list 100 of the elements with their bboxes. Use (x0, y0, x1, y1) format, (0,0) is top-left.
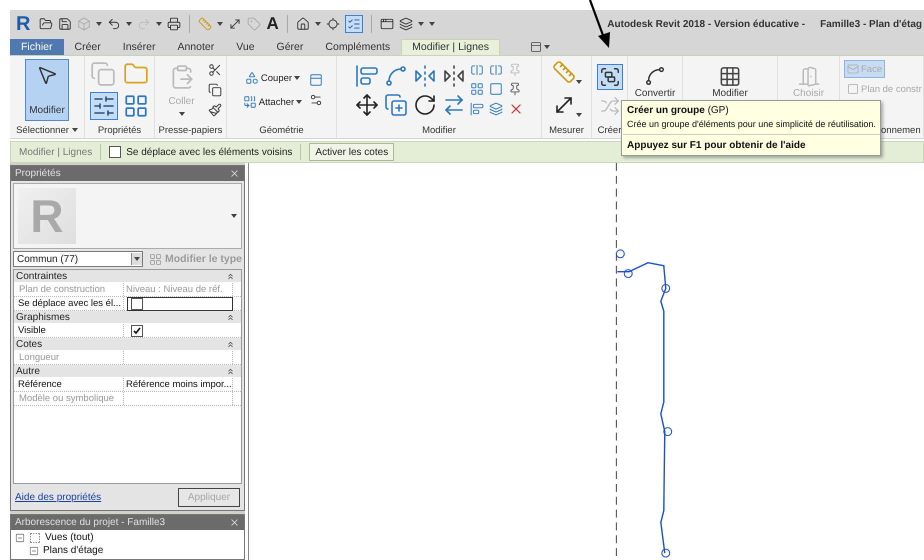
property-value[interactable]: Référence moins impor... (124, 378, 233, 391)
group-icon[interactable] (598, 66, 620, 88)
open-folder-icon[interactable] (39, 17, 54, 31)
print-icon[interactable] (167, 17, 182, 31)
switch-windows-icon[interactable] (398, 17, 413, 31)
geometry-button[interactable]: Attacher (240, 93, 306, 111)
tree-item[interactable]: Vues (tout) (45, 532, 94, 544)
ribbon-tab[interactable]: Compléments (314, 39, 402, 55)
caret-icon[interactable] (231, 214, 237, 218)
collapse-icon[interactable] (29, 546, 39, 556)
group-header[interactable]: Cotes (16, 338, 42, 350)
ribbon-tab[interactable]: Insérer (112, 39, 166, 55)
pin-icon[interactable] (508, 82, 522, 96)
app-logo[interactable]: R (16, 12, 30, 36)
checkbox-label: Se déplace avec les éléments voisins (126, 146, 292, 158)
ribbon-tab[interactable]: Modifier | Lignes (401, 39, 500, 55)
door-icon (796, 65, 820, 88)
property-name: Référence (14, 378, 124, 391)
mirror-icon[interactable] (442, 64, 466, 88)
panel-label: Presse-papiers (158, 124, 222, 136)
panel-label: Propriétés (98, 124, 142, 136)
close-icon[interactable] (229, 517, 240, 528)
caret-icon[interactable] (217, 22, 224, 26)
collapse-icon[interactable] (15, 532, 25, 542)
collapse-icon[interactable] (226, 366, 235, 376)
tooltip-description: Crée un groupe d'éléments pour une simplicité de réutilisation. (627, 119, 876, 129)
tooltip-title: Créer un groupe (GP) (627, 105, 730, 116)
properties-icon[interactable] (92, 94, 116, 118)
caret-icon[interactable] (126, 22, 132, 26)
diagonal-dimension-icon[interactable] (228, 17, 242, 31)
sketch-line-drawing[interactable] (616, 249, 672, 558)
checkbox[interactable] (131, 298, 143, 310)
window-title: Autodesk Revit 2018 - Version éducative - (607, 18, 806, 30)
paintbrush-icon[interactable] (208, 103, 222, 117)
rotate-icon[interactable] (412, 92, 436, 116)
type-selector[interactable]: Commun (77) (13, 251, 143, 267)
property-name: Longueur (14, 351, 124, 364)
modify-button[interactable]: Modifier (25, 59, 69, 121)
mirror-icon[interactable] (412, 64, 436, 88)
panel-title: Propriétés (15, 168, 61, 179)
align-icon[interactable] (354, 64, 378, 88)
close-icon[interactable] (229, 168, 240, 179)
join-icon (242, 95, 257, 109)
help-link[interactable]: Aide des propriétés (15, 492, 102, 502)
tooltip-help: Appuyez sur F1 pour obtenir de l'aide (627, 140, 807, 151)
panel-label: Créer (598, 124, 622, 136)
save-icon[interactable] (58, 17, 72, 31)
ribbon-tab[interactable]: Créer (64, 39, 112, 55)
type-preview: R (18, 188, 76, 244)
caret-icon[interactable] (296, 100, 302, 104)
panel-label: Mesurer (549, 124, 584, 136)
caret-icon[interactable] (294, 76, 300, 80)
caret-icon[interactable] (576, 113, 582, 117)
ribbon-toggle-icon[interactable] (530, 41, 542, 53)
caret-icon[interactable] (96, 22, 102, 26)
panel-label: Sélectionner (16, 124, 69, 136)
property-name: Se déplace avec les él... (14, 297, 124, 310)
caret-icon[interactable] (576, 80, 582, 84)
ribbon-tab[interactable]: Fichier (10, 39, 64, 55)
edit-type-icon (148, 252, 162, 266)
edit-button[interactable]: Modifier (708, 60, 752, 104)
layers-icon[interactable] (488, 102, 502, 116)
caret-icon[interactable] (72, 128, 78, 132)
shapes-icon (244, 71, 259, 85)
move-icon[interactable] (354, 92, 378, 116)
caret-icon[interactable] (134, 257, 140, 261)
text-tool[interactable]: A (266, 14, 279, 34)
ribbon-tab[interactable]: Gérer (266, 39, 314, 55)
caret-icon[interactable] (156, 22, 162, 26)
caret-icon[interactable] (314, 22, 321, 26)
geometry-button[interactable]: Couper (242, 69, 304, 87)
house-icon[interactable] (296, 17, 310, 31)
collapse-icon[interactable] (226, 312, 235, 322)
collapse-icon[interactable] (226, 340, 235, 348)
ribbon-tab[interactable]: Annoter (166, 39, 226, 55)
context-label: Modifier | Lignes (19, 146, 92, 158)
convert-button[interactable]: Convertir (630, 60, 680, 104)
document-title: Famille3 - Plan d'étag (820, 18, 922, 30)
property-name: Modèle ou symbolique (14, 392, 124, 405)
checkbox[interactable] (109, 146, 122, 158)
ribbon-tab[interactable]: Vue (225, 39, 266, 55)
views-icon (29, 532, 41, 544)
checkbox[interactable] (131, 325, 143, 337)
dimensions-button[interactable]: Activer les cotes (309, 143, 394, 161)
group-header[interactable]: Contraintes (16, 270, 68, 282)
cut-icon[interactable] (208, 63, 222, 77)
panel-label: Géométrie (259, 124, 304, 136)
caret-icon[interactable] (544, 45, 550, 49)
property-name: Visible (14, 324, 124, 337)
undo-icon[interactable] (107, 17, 122, 31)
align-icon[interactable] (470, 102, 484, 116)
panel-label: Modifier (422, 124, 456, 136)
pointer-icon (36, 64, 58, 86)
property-name: Plan de construction (14, 283, 124, 296)
copy-icon[interactable] (208, 83, 222, 97)
collapse-icon[interactable] (226, 272, 235, 280)
panel-title: Arborescence du projet - Famille3 (15, 517, 166, 528)
tree-item[interactable]: Plans d'étage (43, 544, 104, 556)
group-header[interactable]: Autre (16, 366, 40, 376)
panel-label: onnemen (881, 124, 921, 136)
